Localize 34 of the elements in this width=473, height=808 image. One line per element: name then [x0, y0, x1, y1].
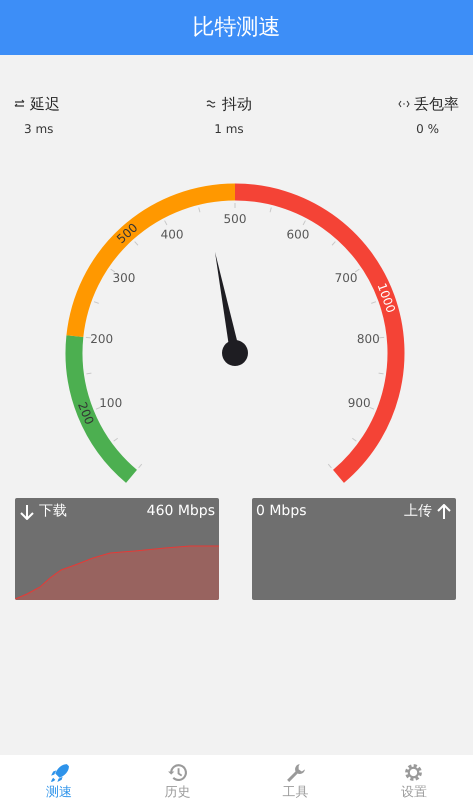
- band-label: 200: [74, 400, 96, 427]
- panel-label: 下载: [39, 502, 67, 521]
- nav-tab[interactable]: 工具: [236, 755, 355, 808]
- metric-value: 1 ms: [214, 120, 244, 138]
- band-label: 1000: [374, 281, 398, 315]
- scale-label: 600: [286, 228, 310, 242]
- down-arrow-icon: [19, 504, 35, 520]
- nav-tab[interactable]: 测速: [0, 755, 118, 808]
- panel-reading: 0 Mbps: [256, 502, 307, 521]
- metric-value: 0 %: [416, 120, 440, 138]
- panel-label: 上传: [404, 502, 432, 521]
- metric-label: 延迟: [30, 94, 60, 115]
- scale-label: 900: [348, 396, 371, 410]
- up-arrow-icon: [436, 504, 452, 520]
- metric-label: 丢包率: [414, 94, 459, 115]
- scale-label: 200: [90, 332, 114, 346]
- metric-value: 3 ms: [23, 120, 54, 138]
- scale-label: 500: [224, 212, 246, 226]
- history-icon: [166, 762, 188, 783]
- scale-label: 800: [356, 332, 380, 346]
- nav-tab[interactable]: 历史: [118, 755, 236, 808]
- scale-label: 700: [334, 271, 358, 286]
- jitter-icon: [206, 98, 218, 110]
- settings-icon: [403, 762, 424, 783]
- wrench-icon: [285, 762, 306, 783]
- rocket-icon: [48, 762, 70, 783]
- nav-tab[interactable]: 设置: [354, 755, 473, 808]
- band-label: 500: [114, 220, 140, 246]
- metric-label: 抖动: [222, 94, 252, 115]
- app-title: 比特测速: [192, 14, 280, 42]
- scale-label: 400: [160, 228, 184, 242]
- panel-reading: 460 Mbps: [146, 502, 215, 521]
- scale-label: 100: [99, 396, 122, 410]
- scale-label: 300: [112, 271, 136, 286]
